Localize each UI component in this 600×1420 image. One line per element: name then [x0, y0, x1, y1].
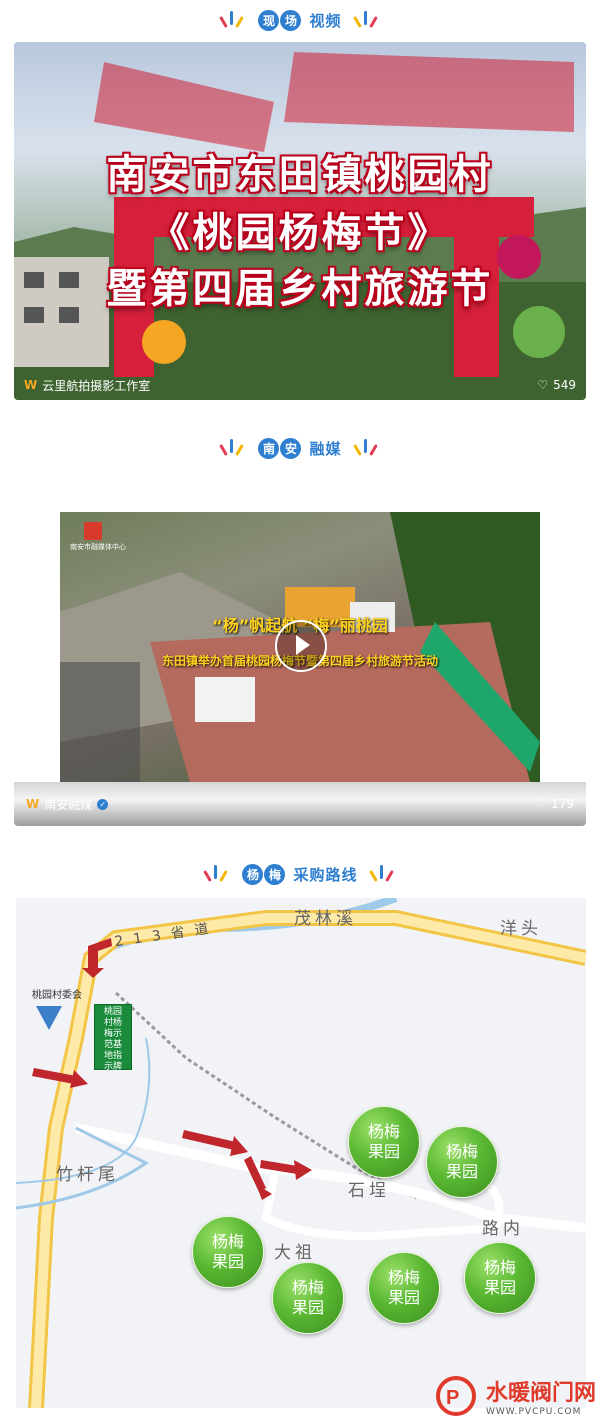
video-title-line: 暨第四届乡村旅游节: [106, 265, 494, 312]
orchard-marker[interactable]: 杨梅 果园: [368, 1252, 440, 1324]
title-circle-char: 安: [280, 437, 302, 459]
title-circle-char: 南: [258, 437, 280, 459]
section-title-text: 采购路线: [293, 865, 358, 884]
section-title-nanan-media: 南 安 融媒: [0, 430, 600, 466]
firework-icon: [216, 436, 250, 460]
like-count: 179: [551, 797, 574, 811]
place-label: 洋头: [500, 919, 542, 939]
video-player-aerial[interactable]: 南安市融媒体中心 “杨”帆起航 “梅”丽桃园 东田镇举办首届桃园杨梅节暨第四届乡…: [60, 512, 540, 782]
firework-icon: [350, 8, 384, 32]
video-title-line: 《桃园杨梅节》: [149, 209, 451, 256]
route-map: 213省道 茂林溪 洋头 竹杆尾 石埕 路内 大祖 桃园村委会 桃园 村杨 梅示 范基…: [16, 898, 586, 1408]
media-logo-text: 南安市融媒体中心: [70, 543, 126, 551]
signboard-marker: 桃园 村杨 梅示 范基 地指 示牌: [94, 1004, 132, 1072]
firework-icon: [350, 436, 384, 460]
firework-icon: [216, 8, 250, 32]
section-title-live-video: 现 场 视频: [0, 2, 600, 38]
orchard-marker[interactable]: 杨梅 果园: [348, 1106, 420, 1178]
orchard-marker[interactable]: 杨梅 果园: [464, 1242, 536, 1314]
video-footer: W 云里航拍摄影工作室 ♡ 549: [14, 370, 586, 400]
channel-logo-icon: W: [24, 378, 38, 392]
firework-icon: [200, 862, 234, 886]
orchard-marker[interactable]: 杨梅 果园: [192, 1216, 264, 1288]
svg-text:P: P: [446, 1387, 459, 1409]
section-title-text: 视频: [309, 11, 342, 30]
like-count: 549: [553, 378, 576, 392]
video-card-nanan: 南安市融媒体中心 “杨”帆起航 “梅”丽桃园 东田镇举办首届桃园杨梅节暨第四届乡…: [14, 512, 586, 826]
section-title-text: 融媒: [309, 439, 342, 458]
watermark: P 水暖阀门网 WWW.PVCPU.COM: [434, 1374, 596, 1418]
firework-icon: [366, 862, 400, 886]
heart-icon[interactable]: ♡: [535, 797, 546, 811]
title-circle-char: 现: [258, 9, 280, 31]
place-label: 竹杆尾: [56, 1165, 119, 1185]
title-circle-char: 场: [280, 9, 302, 31]
title-circle-char: 梅: [264, 863, 286, 885]
place-label: 石埕: [348, 1181, 390, 1201]
media-logo-icon: [84, 522, 102, 540]
village-committee-label: 桃园村委会: [32, 990, 82, 1001]
heart-icon[interactable]: ♡: [537, 378, 548, 392]
section-title-route: 杨 梅 采购路线: [0, 856, 600, 892]
video-footer: W 南安融媒 ✓ ♡ 179: [14, 782, 586, 826]
title-circle-char: 杨: [242, 863, 264, 885]
verified-icon: ✓: [97, 798, 109, 810]
orchard-marker[interactable]: 杨梅 果园: [426, 1126, 498, 1198]
channel-name[interactable]: 云里航拍摄影工作室: [42, 377, 150, 394]
video-player-festival[interactable]: 南安市东田镇桃园村 《桃园杨梅节》 暨第四届乡村旅游节 W 云里航拍摄影工作室 …: [14, 42, 586, 400]
place-label: 路内: [482, 1219, 524, 1239]
play-button[interactable]: [275, 620, 327, 672]
watermark-url: WWW.PVCPU.COM: [485, 1407, 582, 1417]
watermark-name: 水暖阀门网: [485, 1380, 596, 1405]
channel-name[interactable]: 南安融媒: [44, 796, 92, 813]
orchard-marker[interactable]: 杨梅 果园: [272, 1262, 344, 1334]
pvcpu-logo-icon: P: [435, 1376, 476, 1416]
channel-logo-icon: W: [26, 797, 40, 811]
place-label: 大祖: [274, 1243, 316, 1263]
place-label: 茂林溪: [294, 909, 357, 929]
video-title-line: 南安市东田镇桃园村: [106, 151, 494, 198]
